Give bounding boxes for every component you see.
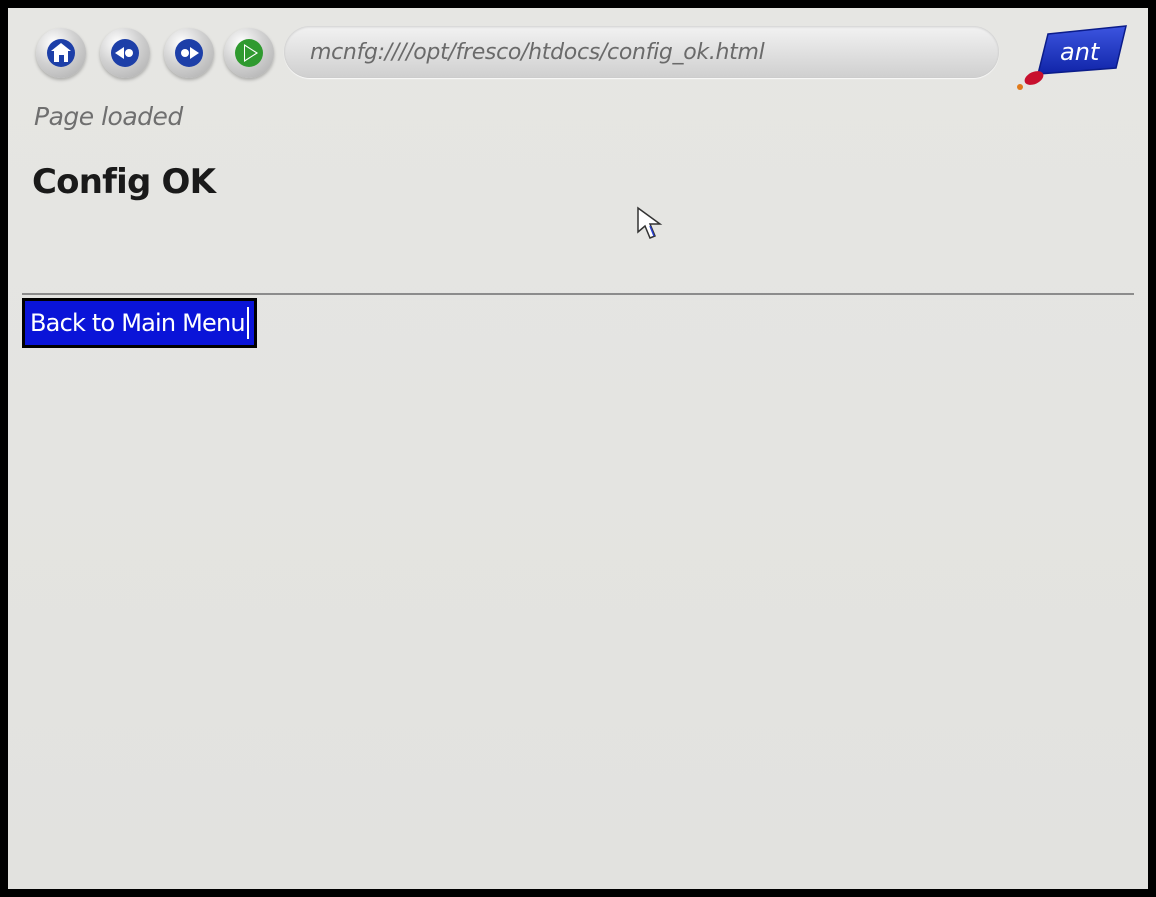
address-bar[interactable]: mcnfg:////opt/fresco/htdocs/config_ok.ht… (284, 26, 999, 78)
back-to-main-menu-link[interactable]: Back to Main Menu (22, 298, 257, 348)
go-icon (234, 38, 264, 68)
address-text: mcnfg:////opt/fresco/htdocs/config_ok.ht… (310, 39, 765, 65)
back-to-main-menu-label: Back to Main Menu (30, 309, 246, 337)
forward-button[interactable] (164, 28, 214, 78)
svg-text:ant: ant (1060, 38, 1101, 66)
go-button[interactable] (224, 28, 274, 78)
home-button[interactable] (36, 28, 86, 78)
forward-icon (174, 38, 204, 68)
divider (22, 293, 1134, 295)
back-icon (110, 38, 140, 68)
mouse-pointer-icon (636, 206, 666, 242)
back-button[interactable] (100, 28, 150, 78)
page-title: Config OK (32, 162, 216, 202)
home-icon (46, 38, 76, 68)
status-text: Page loaded (34, 102, 183, 131)
ant-logo: ant (1008, 22, 1128, 97)
text-caret (246, 307, 249, 339)
browser-screen: mcnfg:////opt/fresco/htdocs/config_ok.ht… (8, 8, 1148, 889)
